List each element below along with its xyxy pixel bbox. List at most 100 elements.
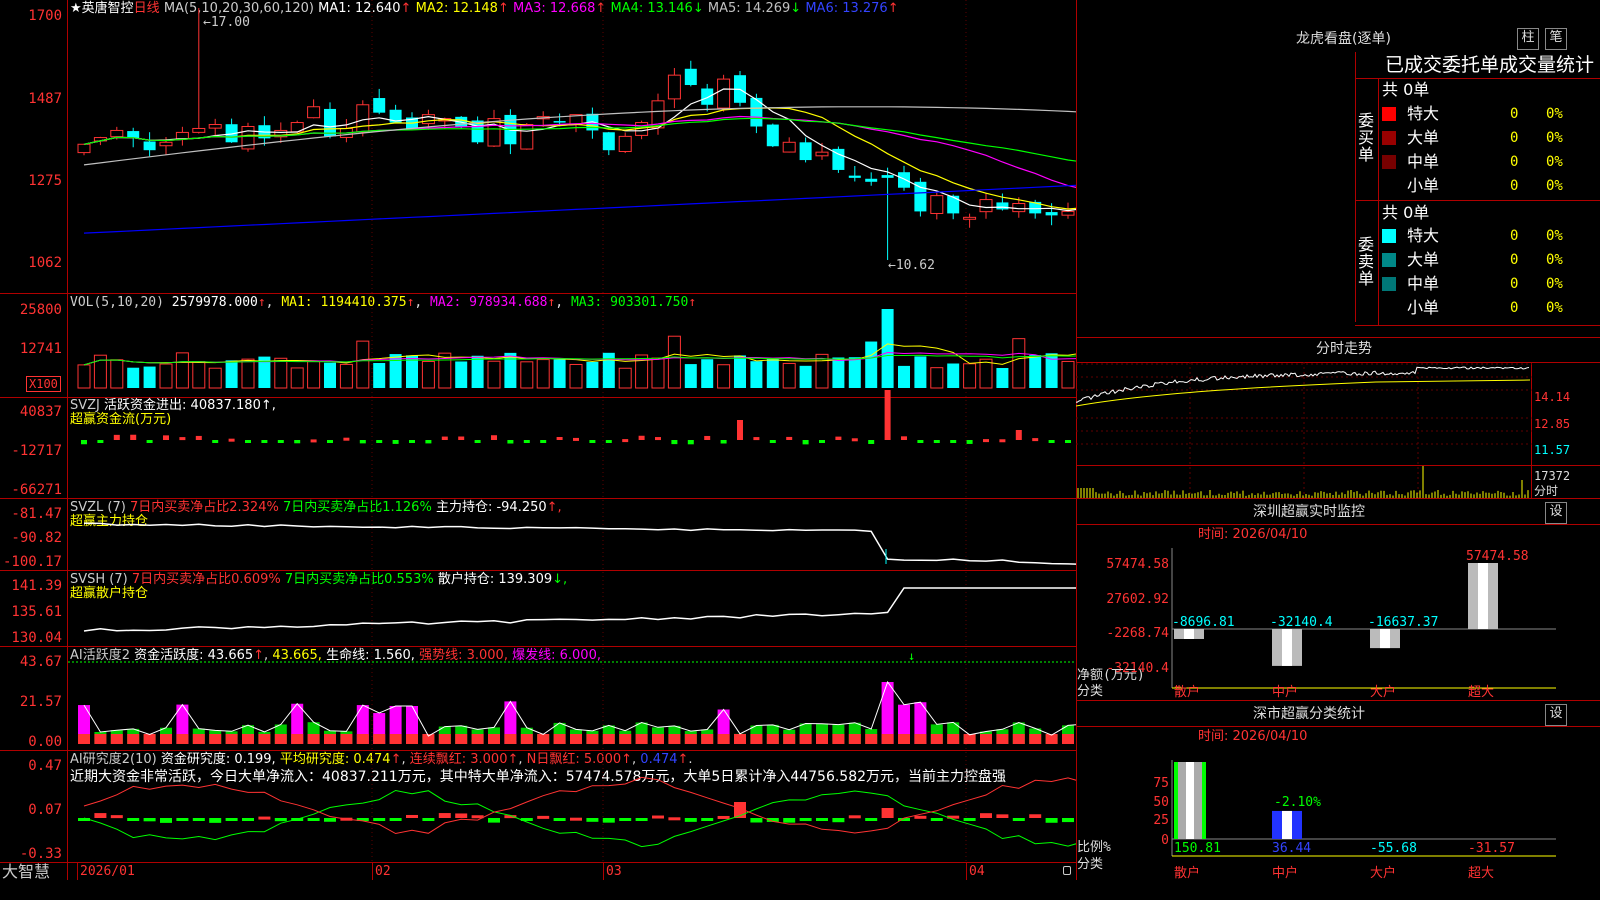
classify-bar-value: 36.44	[1272, 841, 1311, 856]
monitor-bar-value: -32140.4	[1270, 615, 1333, 630]
bar-view-button[interactable]: 柱	[1517, 28, 1539, 50]
activity-base-bar	[619, 734, 632, 744]
candle-body	[782, 141, 796, 153]
fund-flow-bar	[474, 440, 481, 443]
activity-base-bar	[488, 734, 500, 744]
candle-body	[208, 124, 222, 129]
activity-base-bar	[340, 734, 353, 744]
activity-base-bar	[143, 734, 156, 744]
volume-bar	[1061, 360, 1075, 389]
fund-flow-bar	[81, 440, 87, 445]
classify-x-label: 分类	[1077, 857, 1103, 872]
monitor-category: 超大	[1468, 685, 1494, 700]
dragon-divider	[1355, 78, 1600, 79]
monitor-category: 大户	[1370, 684, 1396, 700]
intraday-chart[interactable]	[1076, 362, 1532, 498]
candle-body	[77, 143, 91, 154]
classify-time: 时间: 2026/04/10	[1198, 729, 1308, 744]
volume-bar	[225, 360, 238, 388]
research-line-red	[83, 776, 1076, 835]
candle-body	[717, 78, 731, 109]
monitor-bar-highlight	[1184, 629, 1194, 639]
fund-flow-bar	[97, 440, 104, 443]
classify-category: 散户	[1174, 865, 1200, 881]
retail-holding-line	[83, 587, 1076, 632]
candle-body	[881, 175, 894, 178]
monitor-settings-button[interactable]: 设	[1545, 502, 1567, 524]
volume-bar	[471, 355, 484, 388]
kline-chart[interactable]: ↓	[0, 0, 1076, 880]
classify-settings-button[interactable]: 设	[1545, 704, 1567, 726]
fund-flow-bar	[966, 440, 973, 444]
volume-bar	[487, 360, 501, 389]
research-bar	[1029, 814, 1042, 818]
research-bar	[602, 818, 615, 823]
research-bar	[192, 818, 205, 821]
candle-body	[930, 195, 944, 214]
research-bar	[373, 818, 386, 821]
activity-base-bar	[766, 734, 779, 744]
candle-body	[979, 199, 993, 213]
monitor-bar-value: -16637.37	[1368, 615, 1438, 630]
research-bar	[635, 818, 648, 821]
intraday-title: 分时走势	[1316, 341, 1372, 357]
fund-flow-bar	[376, 440, 383, 443]
order-count: 0	[1510, 276, 1519, 292]
order-count: 0	[1510, 228, 1519, 244]
monitor-chart[interactable]: 57474.58 27602.92 -2268.74 -32140.4 -8696.81…	[1076, 540, 1600, 700]
intraday-axis-label: 11.57	[1534, 443, 1571, 457]
tick-view-button[interactable]: 笔	[1545, 28, 1567, 50]
research-bar	[1062, 818, 1074, 823]
fund-flow-bar	[704, 435, 711, 440]
order-count: 0	[1510, 106, 1519, 122]
order-percent: 0%	[1546, 276, 1563, 292]
research-bar	[914, 815, 927, 819]
research-bar	[652, 815, 664, 819]
order-percent: 0%	[1546, 154, 1563, 170]
legend-swatch	[1382, 107, 1396, 121]
candle-body	[553, 121, 566, 123]
research-bar	[1012, 818, 1025, 821]
buy-side-label: 委买单	[1358, 111, 1375, 164]
monitor-title: 深圳超赢实时监控	[1253, 504, 1365, 520]
research-bar	[865, 818, 878, 821]
classify-axis-label: 0	[1161, 833, 1169, 848]
volume-bar	[159, 363, 173, 389]
volume-bar	[307, 361, 321, 389]
activity-base-bar	[110, 734, 123, 744]
research-bar	[537, 815, 550, 819]
activity-base-bar	[684, 734, 697, 744]
fund-flow-bar	[753, 437, 760, 441]
fund-flow-bar	[113, 434, 120, 440]
fund-flow-bar	[802, 440, 809, 445]
fund-flow-bar	[343, 437, 350, 441]
activity-base-bar	[570, 734, 582, 744]
classify-bar-label: -2.10%	[1274, 795, 1321, 810]
fund-flow-bar	[359, 440, 366, 444]
volume-bar	[963, 363, 977, 389]
volume-bar	[979, 358, 993, 389]
fund-flow-bar	[917, 440, 924, 443]
fund-flow-bar	[146, 440, 153, 443]
volume-bar	[881, 309, 894, 388]
activity-base-bar	[848, 734, 861, 744]
research-bar	[127, 818, 140, 821]
research-bar	[963, 818, 976, 821]
research-bar	[668, 817, 681, 821]
volume-bar	[356, 340, 370, 389]
fund-flow-bar	[884, 390, 891, 440]
research-bar	[110, 815, 123, 819]
dragon-tabs[interactable]: 已成交委托单成交量统计	[1385, 54, 1594, 76]
order-count: 0	[1510, 130, 1519, 146]
candle-body	[1045, 212, 1058, 216]
fund-flow-bar	[737, 420, 743, 440]
volume-bar	[782, 362, 796, 389]
fund-flow-bar	[622, 439, 629, 443]
volume-bar	[832, 357, 845, 388]
classify-chart[interactable]: 75 50 25 0 150.81 散户 36.44 中户 -55.68 大户 -31.57 超大 -2…	[1076, 744, 1600, 900]
order-type-label: 小单	[1407, 298, 1440, 317]
fund-flow-bar	[327, 440, 333, 443]
volume-bar	[241, 358, 255, 389]
candle-body	[520, 124, 534, 150]
classify-category: 中户	[1272, 865, 1298, 881]
